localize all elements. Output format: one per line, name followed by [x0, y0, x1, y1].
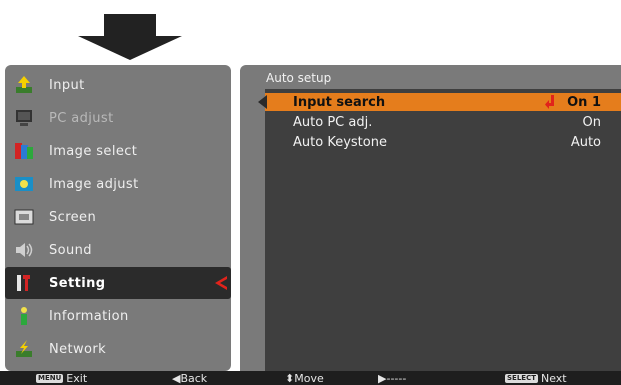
footer-next: SELECT Next	[505, 371, 567, 385]
submenu-row-auto-keystone[interactable]: Auto Keystone Auto	[265, 133, 621, 151]
setting-icon	[17, 275, 30, 291]
menu-item-label: PC adjust	[49, 110, 114, 126]
input-icon	[16, 76, 32, 93]
footer-enter: ▶ -----	[378, 371, 406, 385]
footer-next-label: Next	[540, 371, 567, 385]
chevron-left-icon	[258, 95, 267, 109]
chevron-left-icon	[215, 276, 227, 290]
row-value: On	[582, 114, 601, 130]
footer-back: ◀ Back	[172, 371, 207, 385]
menu-item-label: Image select	[49, 143, 138, 159]
row-value: Auto	[570, 134, 601, 150]
menu-item-setting[interactable]: Setting	[5, 267, 231, 299]
menu-item-screen[interactable]: Screen	[5, 201, 231, 233]
panel-title: Auto setup	[266, 71, 332, 85]
footer-enter-label: -----	[386, 371, 407, 385]
menu-item-information[interactable]: Information	[5, 300, 231, 332]
submenu-row-input-search[interactable]: Input search On 1	[258, 93, 621, 111]
image-select-icon	[15, 143, 33, 159]
menu-item-label: Setting	[49, 275, 106, 291]
menu-item-image-select[interactable]: Image select	[5, 135, 231, 167]
menu-item-label: Screen	[49, 209, 97, 225]
right-arrow-icon: ▶	[378, 371, 387, 385]
menu-item-input[interactable]: Input	[5, 69, 231, 101]
help-bar: MENU Exit ◀ Back ⬍ Move ▶ ----- SELECT N…	[0, 371, 621, 385]
menu-item-pc-adjust[interactable]: PC adjust	[5, 102, 231, 134]
row-label: Input search	[293, 94, 386, 110]
up-down-arrow-icon: ⬍	[285, 371, 295, 385]
submenu-row-auto-pc-adj[interactable]: Auto PC adj. On	[265, 113, 621, 131]
row-label: Auto PC adj.	[293, 114, 373, 130]
pc-adjust-icon	[16, 110, 32, 126]
auto-setup-panel: Auto setup Input search On 1 Auto PC adj…	[240, 65, 621, 371]
footer-move: ⬍ Move	[285, 371, 324, 385]
menu-item-label: Sound	[49, 242, 92, 258]
submenu-list: Input search On 1 Auto PC adj. On Auto K…	[258, 89, 621, 371]
sound-icon	[16, 243, 33, 257]
menu-key-icon: MENU	[36, 373, 64, 383]
menu-item-network[interactable]: Network	[5, 333, 231, 365]
row-value: On 1	[567, 94, 601, 110]
menu-item-label: Input	[49, 77, 85, 93]
footer-exit: MENU Exit	[36, 371, 87, 385]
menu-item-label: Network	[49, 341, 107, 357]
network-icon	[16, 340, 32, 357]
menu-item-label: Information	[49, 308, 129, 324]
footer-exit-label: Exit	[66, 371, 88, 385]
row-label: Auto Keystone	[293, 134, 387, 150]
footer-move-label: Move	[294, 371, 324, 385]
menu-item-image-adjust[interactable]: Image adjust	[5, 168, 231, 200]
enter-arrow-icon	[545, 95, 554, 109]
down-arrow-icon	[78, 14, 182, 60]
main-menu: Input PC adjust Image select Image adjus…	[5, 65, 231, 371]
screen-icon	[14, 209, 34, 225]
information-icon	[21, 307, 27, 325]
footer-back-label: Back	[180, 371, 208, 385]
menu-item-label: Image adjust	[49, 176, 139, 192]
left-arrow-icon: ◀	[172, 371, 181, 385]
image-adjust-icon	[15, 177, 33, 191]
select-key-icon: SELECT	[505, 373, 538, 383]
menu-item-sound[interactable]: Sound	[5, 234, 231, 266]
